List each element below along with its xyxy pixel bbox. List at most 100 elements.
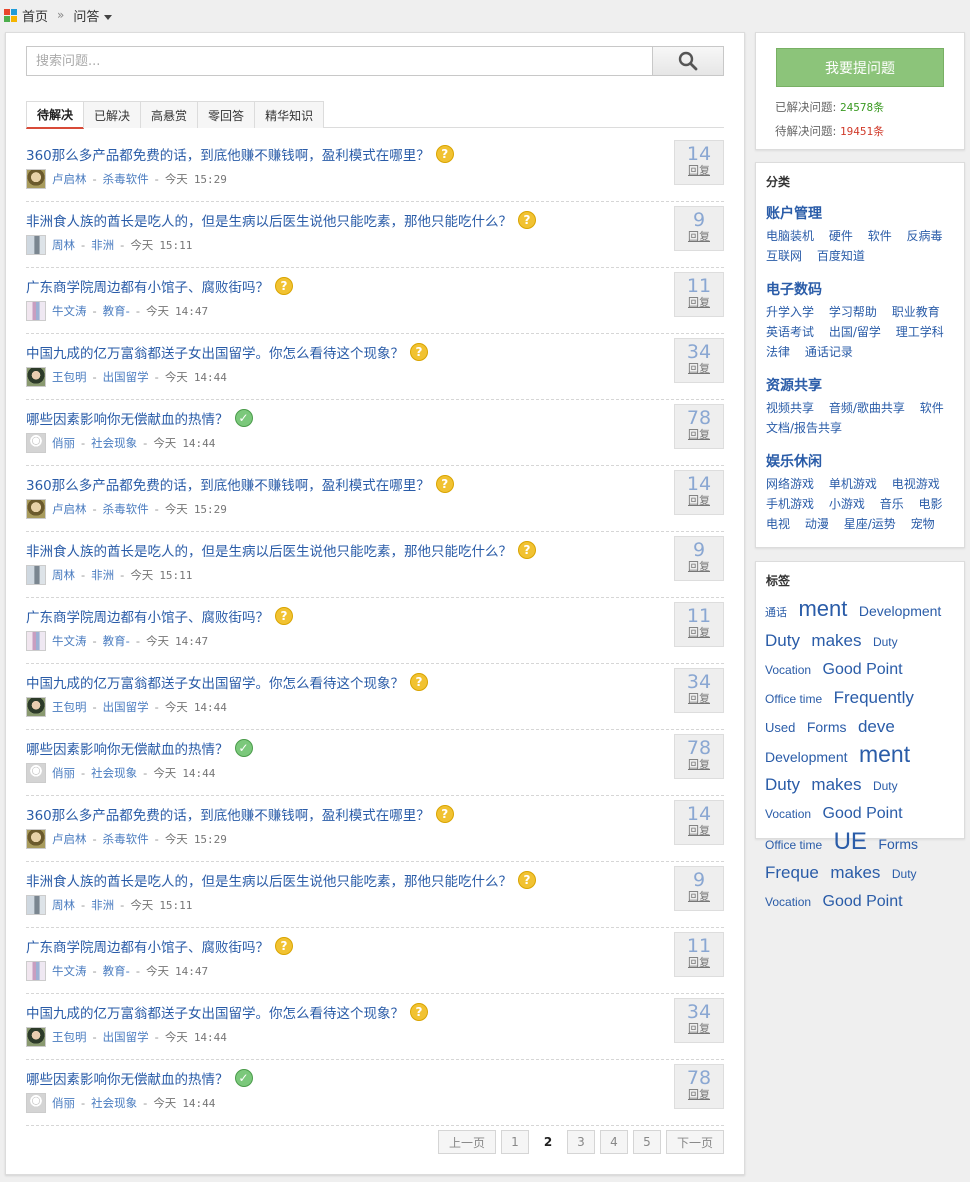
reply-count-box[interactable]: 78 回复: [674, 1064, 724, 1109]
category-item-link[interactable]: 电视: [766, 517, 790, 531]
category-item-link[interactable]: 单机游戏: [829, 477, 877, 491]
ask-question-button[interactable]: 我要提问题: [776, 48, 944, 87]
question-author-link[interactable]: 俏丽: [52, 435, 75, 451]
reply-count-box[interactable]: 9 回复: [674, 206, 724, 251]
category-item-link[interactable]: 宠物: [911, 517, 935, 531]
tag-link[interactable]: Duty: [873, 635, 898, 649]
avatar[interactable]: [26, 433, 46, 453]
question-author-link[interactable]: 卢启林: [52, 831, 87, 847]
reply-count-box[interactable]: 9 回复: [674, 536, 724, 581]
tab-0[interactable]: 待解决: [26, 101, 85, 129]
category-item-link[interactable]: 手机游戏: [766, 497, 814, 511]
page-button-5[interactable]: 5: [633, 1130, 661, 1154]
question-author-link[interactable]: 周林: [52, 897, 75, 913]
page-button-4[interactable]: 4: [600, 1130, 628, 1154]
avatar[interactable]: [26, 763, 46, 783]
question-author-link[interactable]: 王包明: [52, 369, 87, 385]
tag-link[interactable]: Duty: [765, 631, 800, 650]
question-title-link[interactable]: 哪些因素影响你无偿献血的热情？: [26, 408, 229, 428]
next-page-button[interactable]: 下一页: [666, 1130, 724, 1154]
avatar[interactable]: [26, 1093, 46, 1113]
tab-4[interactable]: 精华知识: [254, 101, 325, 128]
question-author-link[interactable]: 牛文涛: [52, 963, 87, 979]
category-item-link[interactable]: 通话记录: [805, 345, 853, 359]
tag-link[interactable]: Development: [765, 749, 848, 765]
question-author-link[interactable]: 牛文涛: [52, 303, 87, 319]
question-title-link[interactable]: 广东商学院周边都有小馆子、腐败街吗？: [26, 936, 269, 956]
reply-count-box[interactable]: 14 回复: [674, 140, 724, 185]
tag-link[interactable]: makes: [811, 775, 861, 794]
category-item-link[interactable]: 硬件: [829, 229, 853, 243]
category-item-link[interactable]: 音乐: [880, 497, 904, 511]
reply-count-box[interactable]: 14 回复: [674, 470, 724, 515]
category-item-link[interactable]: 英语考试: [766, 325, 814, 339]
question-category-link[interactable]: 非洲: [91, 897, 114, 913]
tab-3[interactable]: 零回答: [197, 101, 256, 128]
question-title-link[interactable]: 哪些因素影响你无偿献血的热情？: [26, 1068, 229, 1088]
category-item-link[interactable]: 软件: [868, 229, 892, 243]
question-title-link[interactable]: 广东商学院周边都有小馆子、腐败街吗？: [26, 276, 269, 296]
tag-link[interactable]: deve: [858, 717, 895, 736]
tag-link[interactable]: Vocation: [765, 807, 811, 821]
question-title-link[interactable]: 中国九成的亿万富翁都送子女出国留学。你怎么看待这个现象？: [26, 342, 404, 362]
page-button-3[interactable]: 3: [567, 1130, 595, 1154]
question-category-link[interactable]: 社会现象: [91, 765, 137, 781]
question-title-link[interactable]: 360那么多产品都免费的话，到底他赚不赚钱啊，盈利模式在哪里？: [26, 804, 430, 824]
category-item-link[interactable]: 星座/运势: [844, 517, 896, 531]
breadcrumb-current-dropdown[interactable]: 问答: [73, 6, 113, 25]
tag-link[interactable]: Forms: [878, 836, 918, 852]
tag-link[interactable]: ment: [859, 741, 910, 767]
question-title-link[interactable]: 非洲食人族的酋长是吃人的，但是生病以后医生说他只能吃素，那他只能吃什么？: [26, 540, 512, 560]
category-item-link[interactable]: 理工学科: [896, 325, 944, 339]
tag-link[interactable]: Used: [765, 720, 795, 735]
tag-link[interactable]: Duty: [892, 867, 917, 881]
avatar[interactable]: [26, 301, 46, 321]
question-title-link[interactable]: 360那么多产品都免费的话，到底他赚不赚钱啊，盈利模式在哪里？: [26, 474, 430, 494]
question-author-link[interactable]: 王包明: [52, 1029, 87, 1045]
question-author-link[interactable]: 牛文涛: [52, 633, 87, 649]
tag-link[interactable]: UE: [834, 828, 867, 855]
tag-link[interactable]: Duty: [873, 779, 898, 793]
category-item-link[interactable]: 动漫: [805, 517, 829, 531]
avatar[interactable]: [26, 631, 46, 651]
question-title-link[interactable]: 非洲食人族的酋长是吃人的，但是生病以后医生说他只能吃素，那他只能吃什么？: [26, 210, 512, 230]
question-category-link[interactable]: 出国留学: [103, 699, 149, 715]
question-author-link[interactable]: 俏丽: [52, 765, 75, 781]
tab-2[interactable]: 高悬赏: [140, 101, 199, 128]
question-category-link[interactable]: 非洲: [91, 237, 114, 253]
category-item-link[interactable]: 出国/留学: [829, 325, 881, 339]
category-item-link[interactable]: 学习帮助: [829, 305, 877, 319]
category-heading-link[interactable]: 娱乐休闲: [766, 454, 822, 470]
question-title-link[interactable]: 非洲食人族的酋长是吃人的，但是生病以后医生说他只能吃素，那他只能吃什么？: [26, 870, 512, 890]
question-title-link[interactable]: 哪些因素影响你无偿献血的热情？: [26, 738, 229, 758]
reply-count-box[interactable]: 34 回复: [674, 668, 724, 713]
reply-count-box[interactable]: 11 回复: [674, 272, 724, 317]
question-category-link[interactable]: 出国留学: [103, 369, 149, 385]
page-button-2[interactable]: 2: [534, 1130, 562, 1154]
tag-link[interactable]: Duty: [765, 775, 800, 794]
question-author-link[interactable]: 周林: [52, 567, 75, 583]
search-button[interactable]: [652, 46, 724, 76]
question-title-link[interactable]: 广东商学院周边都有小馆子、腐败街吗？: [26, 606, 269, 626]
tag-link[interactable]: Office time: [765, 838, 822, 852]
reply-count-box[interactable]: 9 回复: [674, 866, 724, 911]
question-category-link[interactable]: 教育-: [103, 963, 130, 979]
reply-count-box[interactable]: 34 回复: [674, 338, 724, 383]
page-button-1[interactable]: 1: [501, 1130, 529, 1154]
question-category-link[interactable]: 社会现象: [91, 1095, 137, 1111]
reply-count-box[interactable]: 14 回复: [674, 800, 724, 845]
category-heading-link[interactable]: 资源共享: [766, 378, 822, 394]
question-category-link[interactable]: 杀毒软件: [103, 171, 149, 187]
category-item-link[interactable]: 网络游戏: [766, 477, 814, 491]
tag-link[interactable]: Good Point: [823, 805, 903, 822]
category-heading-link[interactable]: 账户管理: [766, 206, 822, 222]
question-author-link[interactable]: 卢启林: [52, 501, 87, 517]
question-category-link[interactable]: 杀毒软件: [103, 831, 149, 847]
breadcrumb-home-link[interactable]: 首页: [22, 6, 48, 25]
tag-link[interactable]: Freque: [765, 863, 819, 882]
avatar[interactable]: [26, 565, 46, 585]
tag-link[interactable]: Forms: [807, 719, 847, 735]
tag-link[interactable]: makes: [830, 863, 880, 882]
category-item-link[interactable]: 电视游戏: [892, 477, 940, 491]
avatar[interactable]: [26, 961, 46, 981]
